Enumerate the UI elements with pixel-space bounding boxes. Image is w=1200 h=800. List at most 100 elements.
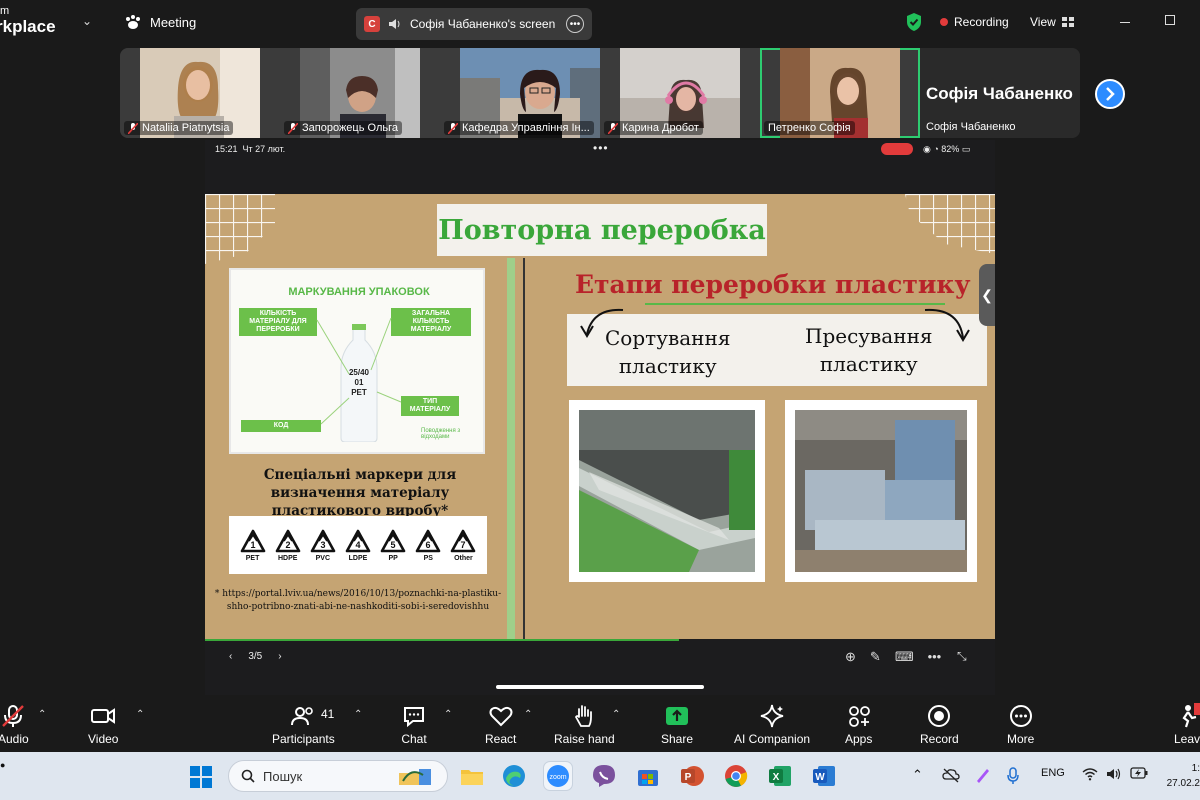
more-label: More	[1007, 732, 1035, 746]
more-button[interactable]: More	[1007, 703, 1034, 746]
keyboard-icon[interactable]: ⌨	[895, 649, 914, 665]
prev-slide-chevron-icon[interactable]: ‹	[229, 651, 232, 662]
search-placeholder: Пошук	[263, 768, 303, 784]
resin-code-strip: 1 PET 2 HDPE 3 PVC 4 LDPE 5 PP 6 PS 7 Other	[229, 516, 487, 574]
plastic-bales-image	[795, 410, 967, 572]
encryption-shield-icon[interactable]	[905, 12, 923, 32]
raise-hand-button[interactable]: Raise hand	[554, 703, 615, 746]
react-options-caret-icon[interactable]: ⌃	[524, 709, 532, 720]
stage-sorting-line2: пластику	[618, 354, 717, 378]
packaging-marking-infographic: МАРКУВАННЯ УПАКОВОК КІЛЬКІСТЬ МАТЕРІАЛУ …	[229, 268, 485, 454]
screen-sharer-tile[interactable]: Софія Чабаненко Софія Чабаненко	[920, 48, 1080, 138]
participants-label: Participants	[272, 732, 335, 746]
pen-icon[interactable]: ✎	[870, 649, 881, 665]
resin-code-ldpe: 4 LDPE	[345, 529, 371, 562]
participant-tile[interactable]: Запорожець Ольга	[280, 48, 440, 138]
viber-icon[interactable]	[590, 762, 618, 790]
resin-code-ps: 6 PS	[415, 529, 441, 562]
device-status-bar: 15:21 Чт 27 лют. ••• ◉ ◔ 82% ▭	[205, 140, 995, 160]
svg-text:6: 6	[426, 540, 431, 550]
recycle-triangle-icon: 2	[275, 529, 301, 552]
resin-code-label: PS	[423, 554, 433, 562]
svg-text:zoom: zoom	[549, 774, 566, 781]
taskbar-search-box[interactable]: Пошук	[228, 760, 448, 792]
video-button[interactable]: Video	[88, 703, 118, 746]
participant-tile[interactable]: Кафедра Управління Ін...	[440, 48, 600, 138]
search-icon	[241, 769, 255, 783]
excel-icon[interactable]: X	[766, 762, 794, 790]
raise-hand-options-caret-icon[interactable]: ⌃	[612, 709, 620, 720]
record-button[interactable]: Record	[920, 703, 959, 746]
edge-browser-icon[interactable]	[500, 762, 528, 790]
svg-text:1: 1	[250, 540, 255, 550]
audio-options-caret-icon[interactable]: ⌃	[38, 709, 46, 720]
record-label: Record	[920, 732, 959, 746]
paw-icon	[126, 15, 140, 29]
participant-name-tag: Кафедра Управління Ін...	[444, 121, 594, 135]
active-speaker-tile[interactable]: Петренко Софія	[760, 48, 920, 138]
participants-options-caret-icon[interactable]: ⌃	[354, 709, 362, 720]
meeting-info-button[interactable]: Meeting	[124, 14, 196, 30]
file-explorer-icon[interactable]	[458, 762, 486, 790]
clock-time: 1:	[1191, 763, 1200, 774]
wifi-icon[interactable]	[1082, 767, 1098, 781]
zoom-app-icon[interactable]: zoom	[543, 761, 573, 791]
apps-button[interactable]: Apps	[845, 703, 872, 746]
share-button[interactable]: Share	[661, 703, 693, 746]
pen-tray-icon[interactable]	[975, 767, 991, 783]
resin-code-label: HDPE	[277, 554, 298, 562]
collapse-fullscreen-icon[interactable]: ⤡	[957, 649, 967, 664]
powerpoint-icon[interactable]: P	[678, 762, 706, 790]
volume-icon[interactable]	[1106, 767, 1122, 781]
resin-code-pet: 1 PET	[240, 529, 266, 562]
apps-label: Apps	[845, 732, 873, 746]
react-button[interactable]: React	[485, 703, 516, 746]
ai-companion-button[interactable]: AI Companion	[734, 703, 810, 746]
onedrive-off-icon[interactable]	[942, 767, 960, 783]
taskbar-clock[interactable]: 1: 27.02.2	[1160, 761, 1200, 791]
collapse-panel-handle[interactable]: ❮	[979, 264, 995, 326]
participant-tile[interactable]: Карина Дробот	[600, 48, 760, 138]
microphone-tray-icon[interactable]	[1006, 767, 1020, 785]
leave-button[interactable]: Leav	[1174, 703, 1200, 746]
participant-video-strip: Nataliia Piatnytsia Запорожець Ольга Каф…	[120, 48, 1080, 138]
participant-name-tag: Петренко Софія	[764, 121, 855, 135]
battery-charging-icon[interactable]	[1130, 767, 1148, 779]
leave-label: Leav	[1174, 732, 1200, 746]
shared-screen-view[interactable]: 15:21 Чт 27 лют. ••• ◉ ◔ 82% ▭ Повторна …	[205, 140, 995, 695]
audio-button[interactable]: Audio	[0, 703, 29, 746]
widgets-edge-icon[interactable]: ●	[0, 760, 5, 770]
window-minimize-button[interactable]	[1120, 22, 1130, 23]
waste-management-logo: Поводження з відходами	[421, 428, 461, 440]
svg-text:3: 3	[320, 540, 325, 550]
resin-code-pvc: 3 PVC	[310, 529, 336, 562]
video-label: Video	[88, 732, 119, 746]
participant-name: Карина Дробот	[622, 122, 699, 134]
chat-button[interactable]: Chat	[401, 703, 427, 746]
word-icon[interactable]: W	[810, 762, 838, 790]
windows-start-icon[interactable]	[190, 766, 212, 788]
brand-chevron-down-icon[interactable]: ⌄	[82, 14, 92, 28]
chat-options-caret-icon[interactable]: ⌃	[444, 709, 452, 720]
more-dots-icon[interactable]: •••	[928, 649, 942, 665]
shared-screen-pill[interactable]: С Софія Чабаненко's screen •••	[356, 8, 592, 40]
more-options-icon[interactable]: •••	[566, 15, 584, 33]
next-page-arrow-button[interactable]	[1095, 79, 1125, 109]
next-slide-chevron-icon[interactable]: ›	[278, 651, 281, 662]
chrome-icon[interactable]	[722, 762, 750, 790]
stage-pressing-line2: пластику	[819, 352, 918, 376]
participants-icon	[291, 707, 314, 726]
chat-label: Chat	[401, 732, 427, 746]
video-options-caret-icon[interactable]: ⌃	[136, 709, 144, 720]
window-restore-button[interactable]	[1165, 15, 1175, 25]
participant-tile[interactable]: Nataliia Piatnytsia	[120, 48, 280, 138]
participant-name-tag: Запорожець Ольга	[284, 121, 402, 135]
recycle-triangle-icon: 5	[380, 529, 406, 552]
view-button[interactable]: View	[1030, 15, 1074, 29]
zoom-in-icon[interactable]: ⊕	[845, 649, 856, 665]
brand-line-2: rkplace	[0, 17, 56, 36]
microsoft-store-icon[interactable]	[634, 762, 662, 790]
recording-indicator[interactable]: Recording	[940, 15, 1009, 29]
tray-overflow-chevron-icon[interactable]: ⌃	[912, 767, 923, 783]
input-language[interactable]: ENG	[1041, 767, 1065, 779]
